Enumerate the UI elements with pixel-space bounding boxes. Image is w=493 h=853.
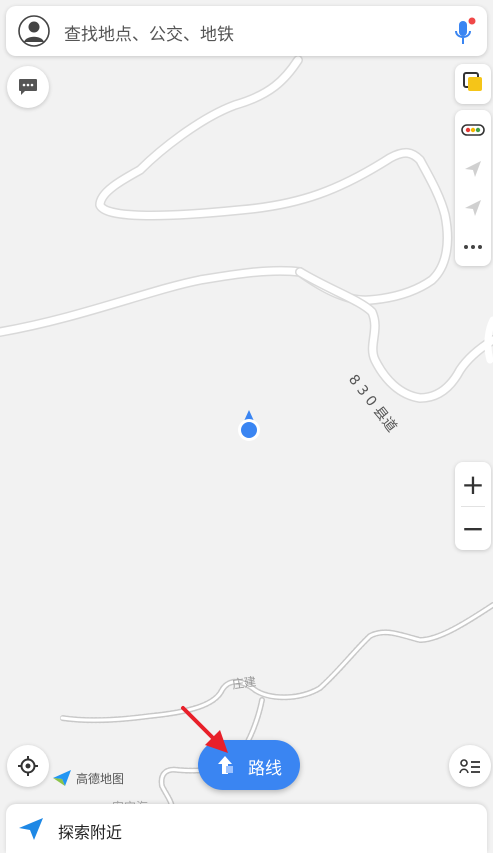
route-icon	[218, 756, 233, 774]
route-button-label: 路线	[248, 759, 282, 779]
send-icon	[465, 199, 481, 216]
locate-button[interactable]	[7, 745, 49, 787]
layers-button[interactable]	[455, 64, 491, 104]
layers-icon	[463, 72, 482, 91]
locate-icon	[18, 756, 38, 776]
search-bar[interactable]: 查找地点、公交、地铁	[6, 6, 487, 56]
zoom-controls: + −	[455, 462, 491, 550]
amap-logo: 高德地图	[52, 769, 124, 787]
search-input[interactable]: 查找地点、公交、地铁	[64, 20, 234, 45]
list-icon	[459, 759, 480, 774]
traffic-button[interactable]	[455, 110, 491, 149]
navigate-icon	[19, 818, 43, 840]
zoom-out-button[interactable]: −	[455, 506, 491, 550]
route-button[interactable]: 路线	[198, 740, 300, 790]
map-canvas[interactable]	[0, 0, 493, 853]
message-button[interactable]	[7, 66, 49, 108]
more-icon	[464, 244, 482, 249]
traffic-icon	[461, 123, 485, 136]
user-avatar-icon[interactable]	[18, 15, 50, 47]
share-location-button[interactable]	[455, 149, 491, 188]
trail-label: 庄建	[231, 674, 257, 692]
trail	[59, 602, 493, 724]
amap-logo-icon	[53, 770, 71, 786]
more-button[interactable]	[455, 227, 491, 266]
current-location-marker	[238, 410, 260, 441]
map-tools-panel	[455, 110, 491, 266]
navigation-button[interactable]	[455, 188, 491, 227]
message-icon	[19, 79, 37, 95]
microphone-icon[interactable]	[451, 17, 477, 47]
zoom-in-button[interactable]: +	[455, 462, 491, 506]
send-icon	[465, 160, 481, 177]
logo-text: 高德地图	[76, 771, 125, 786]
explore-nearby-bar[interactable]: 探索附近	[6, 804, 487, 853]
road-upper	[0, 55, 453, 337]
list-view-button[interactable]	[449, 745, 491, 787]
explore-nearby-label: 探索附近	[58, 823, 123, 842]
